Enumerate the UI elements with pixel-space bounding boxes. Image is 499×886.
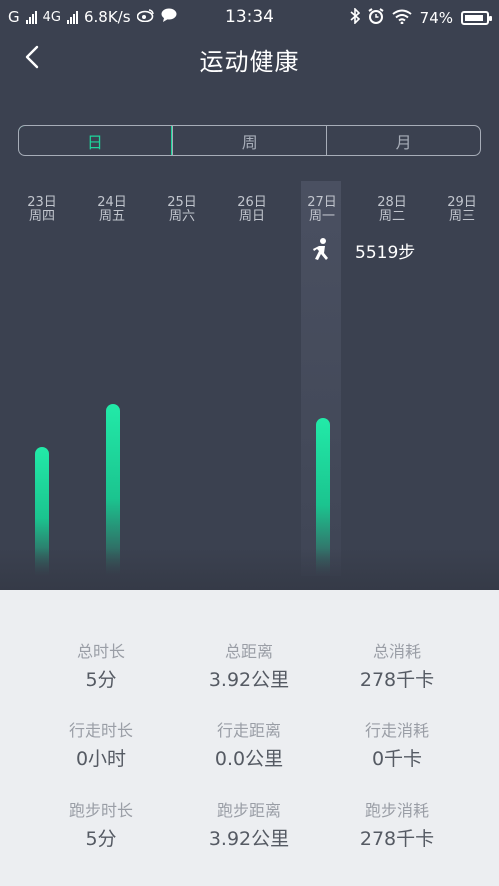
tab-week[interactable]: 周: [172, 126, 326, 155]
stat-value: 0小时: [75, 748, 127, 770]
stat-label: 总时长: [76, 642, 125, 661]
day-weekday: 周六: [168, 209, 195, 224]
stat-label: 行走距离: [216, 721, 281, 740]
day-weekday: 周二: [378, 209, 405, 224]
day-date: 28日: [377, 195, 407, 210]
status-right: 74%: [350, 7, 492, 28]
stat-total-distance: 总距离 3.92公里: [166, 638, 332, 692]
day-date: 23日: [27, 195, 57, 210]
stat-run-distance: 跑步距离 3.92公里: [166, 797, 332, 851]
page-title: 运动健康: [199, 48, 300, 76]
wifi-icon: [392, 9, 412, 28]
nav-bar: 运动健康: [0, 34, 499, 80]
day-weekday: 周日: [238, 209, 265, 224]
status-bar: G 4G 6.8K/s 13:34 74%: [0, 0, 499, 34]
period-tabs: 日 周 月: [18, 125, 481, 156]
day-date: 24日: [97, 195, 127, 210]
day-label-24[interactable]: 24日 周五: [90, 196, 134, 224]
day-weekday: 周三: [448, 209, 475, 224]
alarm-icon: [368, 8, 384, 28]
day-weekday: 周一: [308, 209, 335, 224]
day-label-28[interactable]: 28日 周二: [370, 196, 414, 224]
stat-walk-calories: 行走消耗 0千卡: [314, 717, 480, 771]
stat-label: 行走消耗: [364, 721, 429, 740]
stat-label: 总消耗: [372, 642, 421, 661]
stat-value: 5分: [85, 669, 117, 691]
stat-total-calories: 总消耗 278千卡: [314, 638, 480, 692]
tab-day[interactable]: 日: [19, 126, 173, 155]
selected-steps: 5519步: [355, 243, 416, 263]
day-label-23[interactable]: 23日 周四: [20, 196, 64, 224]
battery-icon: [461, 11, 492, 25]
stat-label: 跑步时长: [68, 801, 133, 820]
day-weekday: 周五: [98, 209, 125, 224]
stat-run-calories: 跑步消耗 278千卡: [314, 797, 480, 851]
steps-chart[interactable]: 23日 周四 24日 周五 25日 周六 26日 周日 27日 周一 28日 周二 29日周…: [0, 178, 499, 590]
stat-label: 总距离: [224, 642, 273, 661]
chart-bottom-fade: [0, 548, 499, 590]
stat-value: 278千卡: [359, 828, 435, 850]
stat-label: 跑步消耗: [364, 801, 429, 820]
day-label-29[interactable]: 29日 周三: [440, 196, 484, 224]
stat-value: 5分: [85, 828, 117, 850]
top-area: G 4G 6.8K/s 13:34 74% 运动健康 日 周 月 23日 周四 …: [0, 0, 499, 590]
day-label-25[interactable]: 25日 周六: [160, 196, 204, 224]
tab-month[interactable]: 月: [326, 126, 480, 155]
stat-walk-distance: 行走距离 0.0公里: [166, 717, 332, 771]
day-date: 26日: [237, 195, 267, 210]
day-date: 27日: [307, 195, 337, 210]
day-weekday: 周四: [28, 209, 55, 224]
bluetooth-icon: [350, 7, 360, 28]
stats-panel: 总时长 5分 总距离 3.92公里 总消耗 278千卡 行走时长 0小时 行走距离 0.0…: [0, 590, 499, 886]
stat-run-duration: 跑步时长 5分: [18, 797, 184, 851]
stat-value: 3.92公里: [208, 828, 290, 850]
stat-walk-duration: 行走时长 0小时: [18, 717, 184, 771]
day-date: 29日: [447, 195, 477, 210]
stat-value: 3.92公里: [208, 669, 290, 691]
stat-label: 跑步距离: [216, 801, 281, 820]
stat-total-duration: 总时长 5分: [18, 638, 184, 692]
running-icon: [310, 238, 332, 264]
day-label-26[interactable]: 26日 周日: [230, 196, 274, 224]
day-date: 25日: [167, 195, 197, 210]
stat-value: 278千卡: [359, 669, 435, 691]
stat-value: 0.0公里: [214, 748, 284, 770]
battery-percent: 74%: [419, 9, 453, 27]
stat-value: 0千卡: [371, 748, 423, 770]
day-label-27[interactable]: 27日 周一: [300, 196, 344, 224]
stat-label: 行走时长: [68, 721, 133, 740]
